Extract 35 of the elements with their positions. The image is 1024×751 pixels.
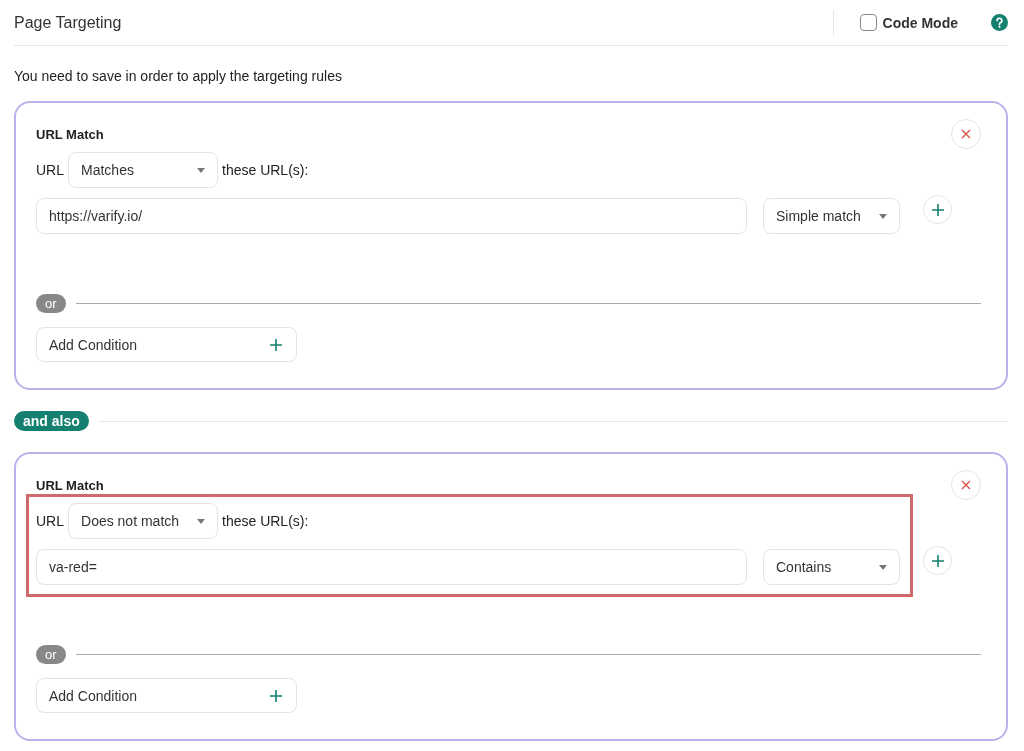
add-condition-button[interactable]: Add Condition xyxy=(36,678,297,713)
close-button[interactable] xyxy=(951,470,981,500)
help-icon[interactable] xyxy=(991,14,1008,31)
match-type-dropdown[interactable]: Contains xyxy=(763,549,900,585)
plus-icon xyxy=(931,554,944,567)
url-input-field[interactable]: https://varify.io/ xyxy=(36,198,747,234)
add-url-button[interactable] xyxy=(923,195,952,224)
caret-icon xyxy=(879,213,887,219)
url-input-field[interactable]: va-red= xyxy=(36,549,747,585)
close-icon xyxy=(961,129,971,139)
plus-icon xyxy=(931,203,944,216)
url-label: URL xyxy=(36,162,64,178)
add-condition-button[interactable]: Add Condition xyxy=(36,327,297,362)
page-title: Page Targeting xyxy=(14,13,122,32)
urls-label: these URL(s): xyxy=(222,162,309,178)
plus-icon xyxy=(270,689,282,702)
url-label: URL xyxy=(36,513,64,529)
or-pill: or xyxy=(36,645,66,664)
close-icon xyxy=(961,480,971,490)
match-type-dropdown[interactable]: Simple match xyxy=(763,198,900,234)
notice-text: You need to save in order to apply the targeting rules xyxy=(14,68,343,84)
or-pill: or xyxy=(36,294,66,313)
caret-icon xyxy=(197,518,205,524)
operator-dropdown[interactable]: Matches xyxy=(68,152,218,188)
plus-icon xyxy=(270,338,282,351)
rule-title: URL Match xyxy=(36,477,104,493)
urls-label: these URL(s): xyxy=(222,513,309,529)
caret-icon xyxy=(879,564,887,570)
and-also-pill: and also xyxy=(14,411,89,431)
code-mode-checkbox[interactable]: Code Mode xyxy=(859,14,958,31)
caret-icon xyxy=(197,167,205,173)
operator-dropdown[interactable]: Does not match xyxy=(68,503,218,539)
close-button[interactable] xyxy=(951,119,981,149)
rule-title: URL Match xyxy=(36,126,104,142)
add-url-button[interactable] xyxy=(923,546,952,575)
